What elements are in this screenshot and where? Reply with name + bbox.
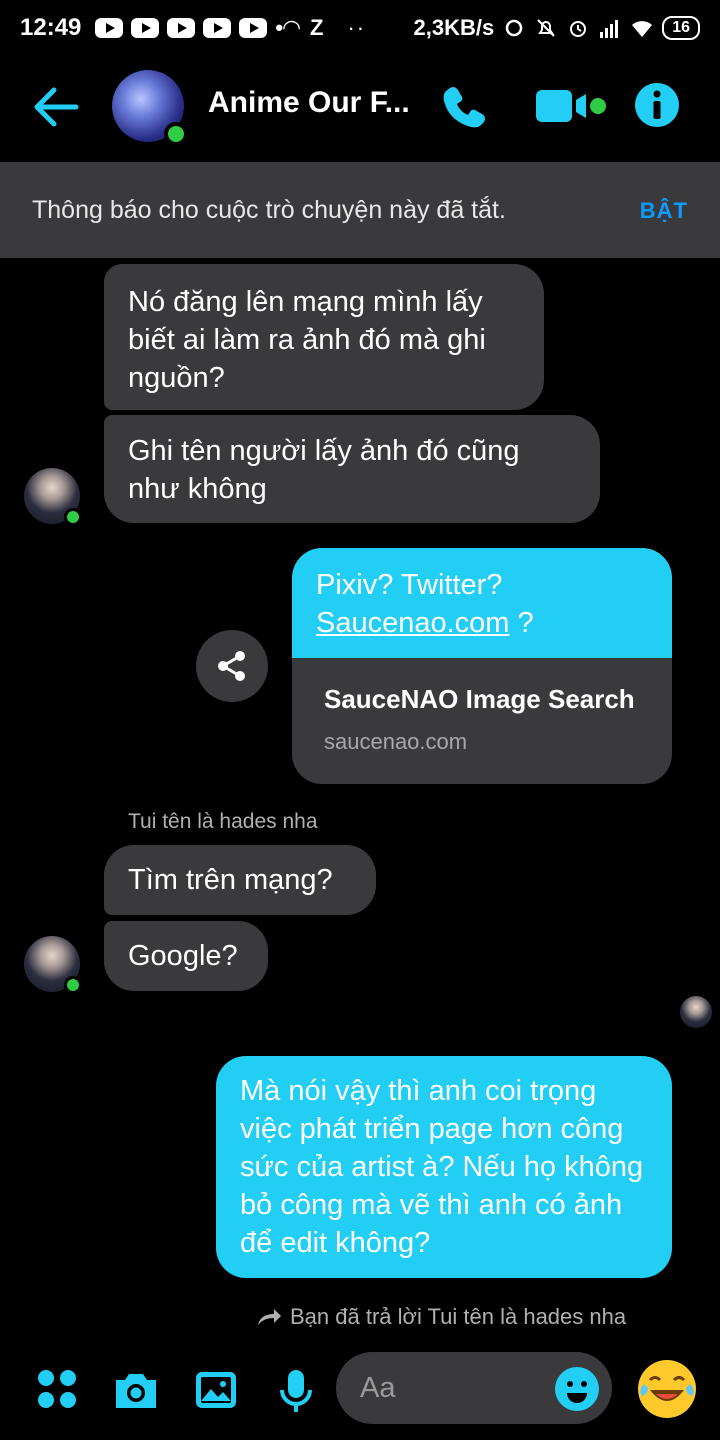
online-indicator bbox=[164, 122, 188, 146]
message-text: Google? bbox=[128, 940, 238, 972]
youtube-notification-icon bbox=[203, 18, 232, 38]
reply-indicator: Bạn đã trả lời Tui tên là hades nha bbox=[256, 1304, 626, 1330]
message-text: ? bbox=[509, 607, 534, 639]
laughing-emoji-icon[interactable] bbox=[636, 1358, 698, 1420]
link-preview[interactable]: SauceNAO Image Search saucenao.com bbox=[292, 658, 672, 781]
online-indicator bbox=[64, 976, 82, 994]
outgoing-link-message[interactable]: Pixiv? Twitter? Saucenao.com ? SauceNAO … bbox=[292, 548, 672, 784]
share-icon bbox=[218, 651, 245, 681]
message-input-placeholder: Aa bbox=[360, 1372, 396, 1404]
status-bar: 12:49 •◠ Z ·· 2,3KB/s 16 bbox=[0, 0, 720, 56]
conversation-header: Anime Our F... bbox=[0, 56, 720, 160]
turn-on-button[interactable]: BẬT bbox=[640, 198, 688, 224]
more-actions-icon[interactable] bbox=[34, 1366, 82, 1414]
emoji-icon[interactable] bbox=[554, 1366, 600, 1412]
incoming-message[interactable]: Tìm trên mạng? bbox=[104, 845, 376, 915]
camera-icon[interactable] bbox=[112, 1366, 160, 1414]
message-text: Ghi tên người lấy ảnh đó cũng như không bbox=[128, 435, 520, 505]
message-text: Tìm trên mạng? bbox=[128, 864, 333, 896]
banner-text: Thông báo cho cuộc trò chuyện này đã tắt… bbox=[32, 195, 506, 224]
microphone-icon[interactable] bbox=[272, 1366, 320, 1414]
notification-icon: •◠ bbox=[275, 15, 301, 40]
gallery-icon[interactable] bbox=[192, 1366, 240, 1414]
outgoing-message[interactable]: Mà nói vậy thì anh coi trọng việc phát t… bbox=[216, 1056, 672, 1278]
sender-avatar[interactable] bbox=[24, 936, 82, 994]
youtube-notification-icon bbox=[95, 18, 124, 38]
sender-name-label: Tui tên là hades nha bbox=[128, 810, 318, 833]
incoming-message[interactable]: Google? bbox=[104, 921, 268, 991]
message-link[interactable]: Saucenao.com bbox=[316, 607, 509, 639]
link-preview-title: SauceNAO Image Search bbox=[324, 684, 635, 714]
share-button[interactable] bbox=[196, 630, 268, 702]
message-text: Mà nói vậy thì anh coi trọng việc phát t… bbox=[240, 1075, 644, 1259]
more-notifications-icon: ·· bbox=[347, 15, 367, 40]
alarm-icon bbox=[570, 21, 587, 37]
seen-indicator-avatar bbox=[680, 996, 712, 1028]
youtube-notification-icon bbox=[239, 18, 268, 38]
zalo-notification-icon: Z bbox=[310, 15, 324, 40]
info-icon[interactable] bbox=[634, 82, 680, 128]
sync-icon bbox=[505, 19, 523, 37]
incoming-message[interactable]: Nó đăng lên mạng mình lấy biết ai làm ra… bbox=[104, 264, 544, 410]
battery-indicator: 16 bbox=[662, 16, 700, 40]
back-arrow-icon[interactable] bbox=[30, 84, 80, 130]
signal-icon bbox=[600, 20, 619, 38]
online-indicator bbox=[64, 508, 82, 526]
youtube-notification-icon bbox=[131, 18, 160, 38]
wifi-icon bbox=[632, 21, 653, 37]
message-text: Pixiv? Twitter? bbox=[316, 569, 503, 601]
muted-notifications-banner: Thông báo cho cuộc trò chuyện này đã tắt… bbox=[0, 162, 720, 258]
video-camera-icon[interactable] bbox=[534, 86, 610, 126]
group-avatar[interactable] bbox=[112, 70, 188, 146]
status-indicators: 2,3KB/s 16 bbox=[413, 15, 700, 41]
youtube-notification-icon bbox=[167, 18, 196, 38]
incoming-message[interactable]: Ghi tên người lấy ảnh đó cũng như không bbox=[104, 415, 600, 523]
message-composer: Aa bbox=[0, 1350, 720, 1430]
sender-avatar[interactable] bbox=[24, 468, 82, 526]
message-text: Nó đăng lên mạng mình lấy biết ai làm ra… bbox=[128, 286, 486, 394]
bell-off-icon bbox=[537, 19, 555, 37]
reply-note-text: Bạn đã trả lời Tui tên là hades nha bbox=[290, 1304, 627, 1329]
network-speed: 2,3KB/s bbox=[413, 15, 495, 40]
status-time: 12:49 bbox=[20, 14, 82, 41]
phone-icon[interactable] bbox=[440, 82, 490, 132]
conversation-title[interactable]: Anime Our F... bbox=[208, 86, 410, 120]
reply-arrow-icon bbox=[258, 1309, 281, 1325]
link-preview-domain: saucenao.com bbox=[324, 729, 468, 754]
message-input[interactable]: Aa bbox=[336, 1352, 612, 1424]
link-message-text: Pixiv? Twitter? Saucenao.com ? bbox=[292, 548, 672, 658]
